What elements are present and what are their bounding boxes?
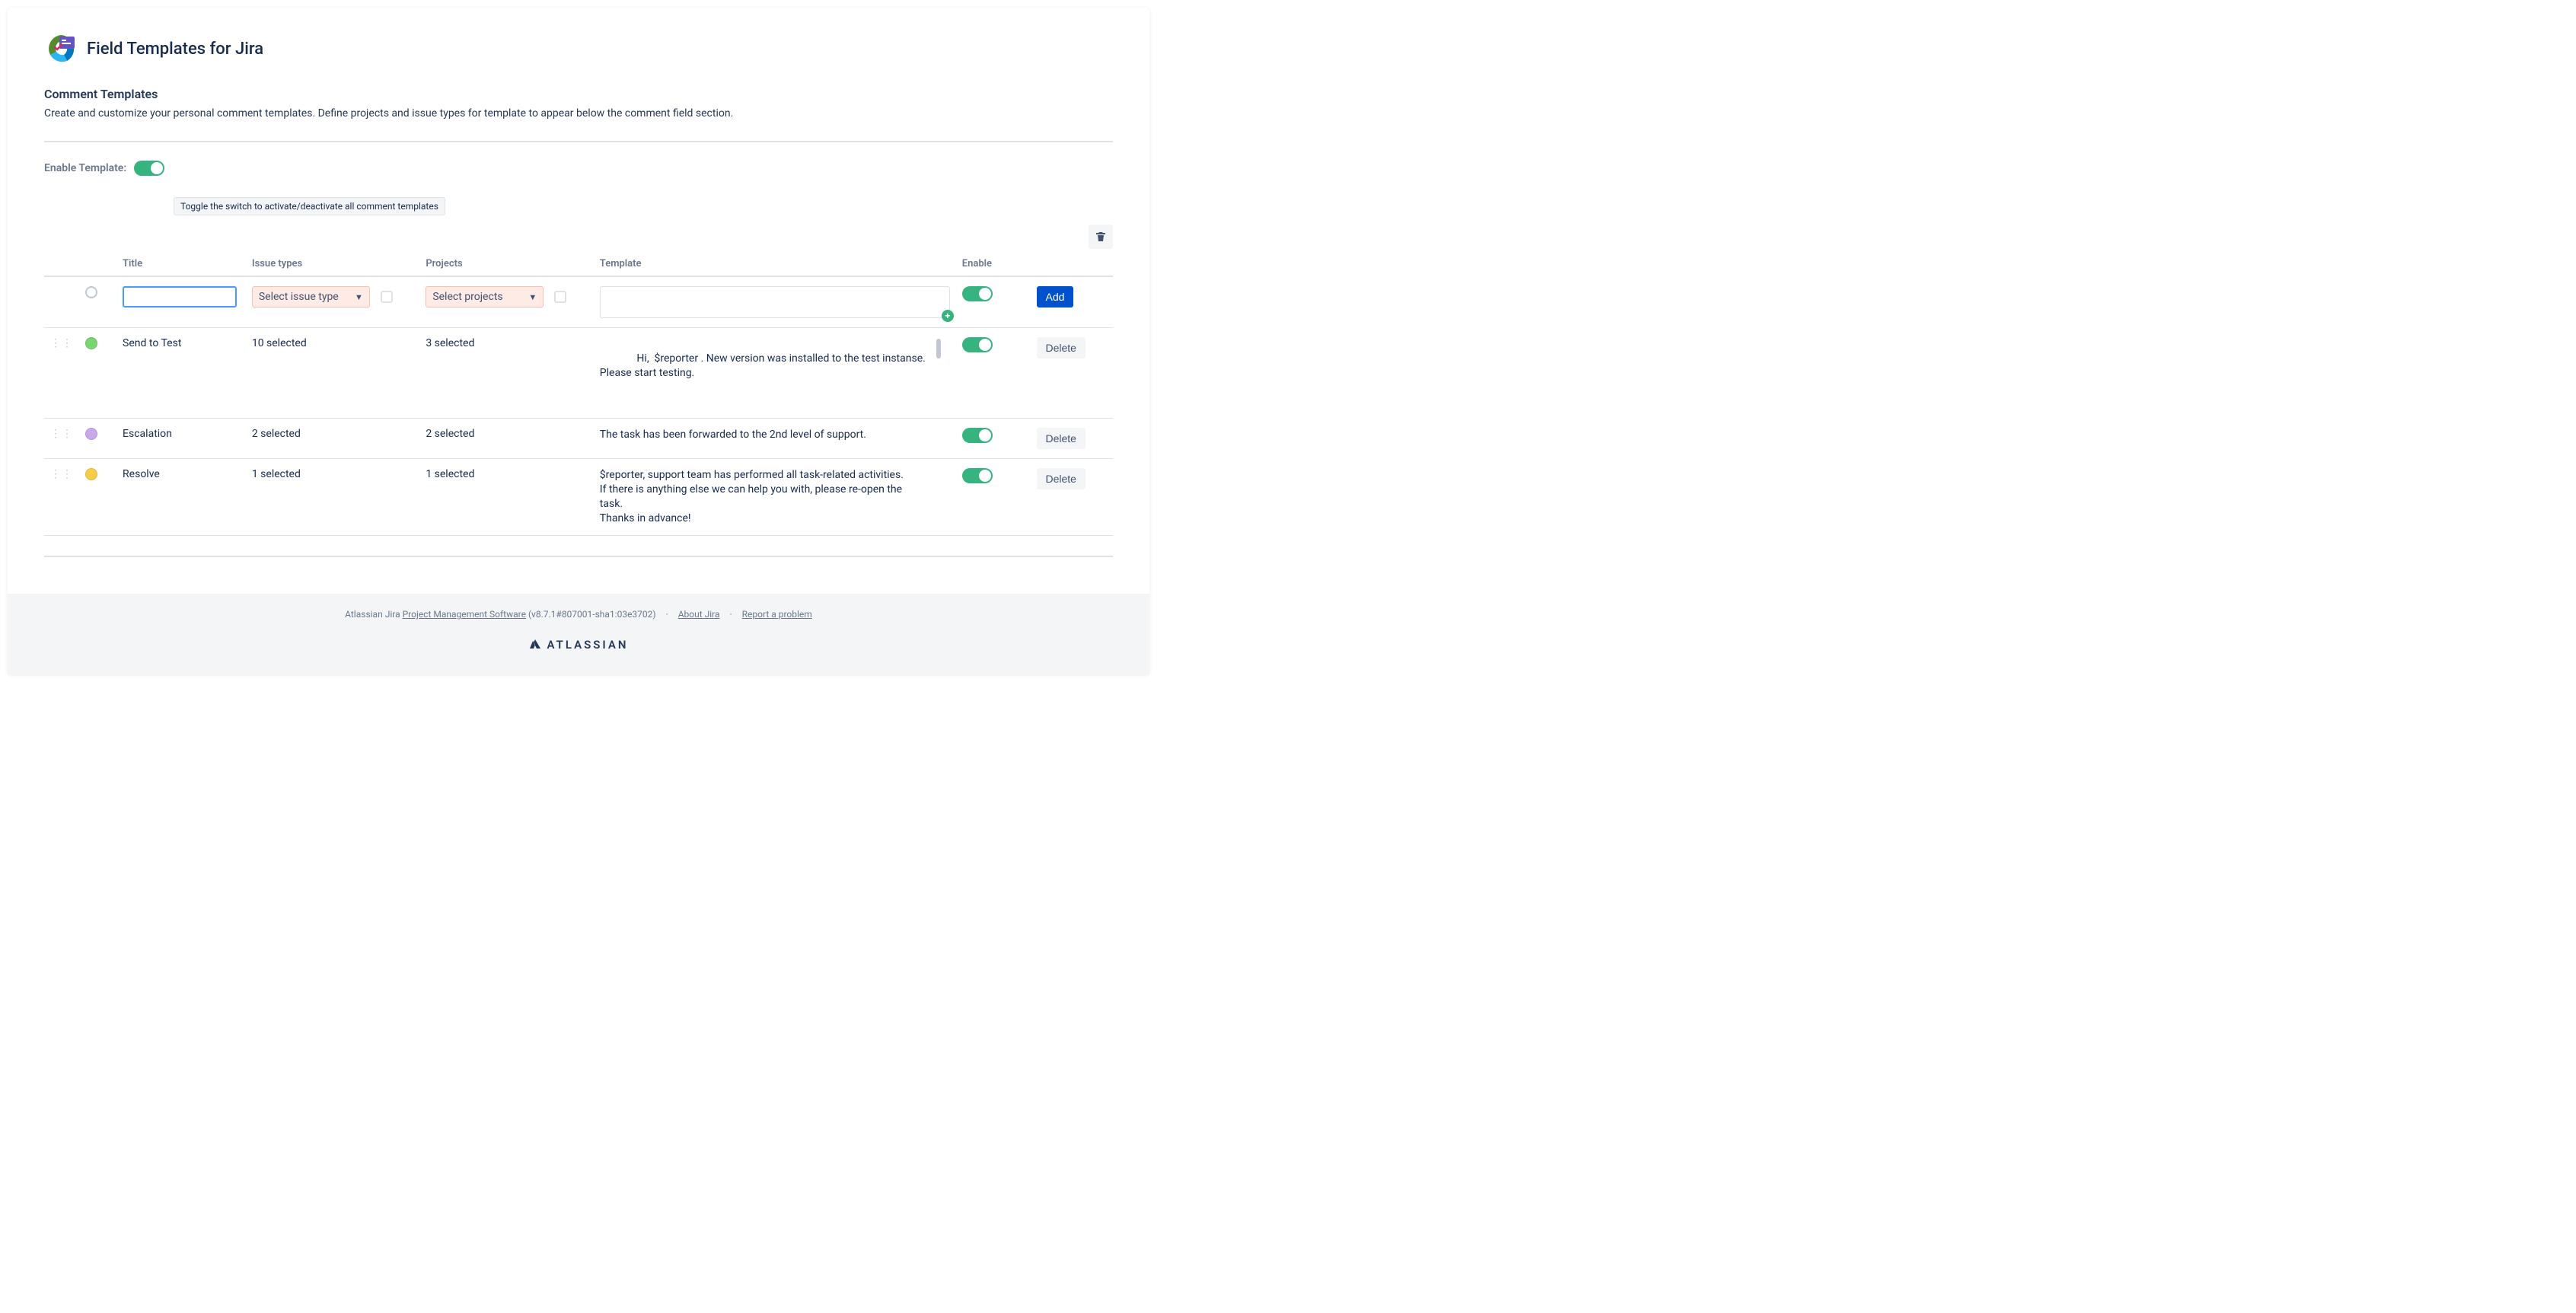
issue-type-select[interactable]: Select issue type ▼ [252, 286, 370, 308]
row-color-dot[interactable] [85, 428, 97, 440]
row-title: Resolve [116, 459, 246, 536]
delete-button[interactable]: Delete [1037, 337, 1086, 359]
templates-table: Title Issue types Projects Template Enab… [44, 252, 1113, 536]
delete-button[interactable]: Delete [1037, 468, 1086, 489]
footer-link-pm[interactable]: Project Management Software [403, 609, 526, 620]
enable-tooltip: Toggle the switch to activate/deactivate… [174, 197, 445, 215]
divider [44, 556, 1113, 557]
row-projects: 3 selected [419, 328, 593, 419]
row-enable-toggle[interactable] [962, 337, 993, 352]
projects-all-checkbox[interactable] [554, 291, 566, 303]
scrollbar[interactable] [936, 339, 941, 359]
atlassian-logo: ATLASSIAN [529, 638, 629, 652]
drag-handle-icon[interactable]: ⋮⋮ [50, 468, 73, 480]
row-issue-types: 2 selected [246, 419, 419, 459]
app-logo-icon [44, 32, 78, 65]
row-template-text: The task has been forwarded to the 2nd l… [600, 428, 927, 442]
col-title: Title [116, 252, 246, 276]
row-template-text: Hi, $reporter . New version was installe… [600, 337, 927, 409]
table-row: ⋮⋮ Resolve 1 selected 1 selected $report… [44, 459, 1113, 536]
row-enable-toggle[interactable] [962, 286, 993, 301]
row-issue-types: 1 selected [246, 459, 419, 536]
row-color-dot[interactable] [85, 337, 97, 349]
row-color-dot[interactable] [85, 468, 97, 480]
issue-type-all-checkbox[interactable] [381, 291, 393, 303]
new-template-textarea[interactable]: + [600, 286, 950, 318]
row-issue-types: 10 selected [246, 328, 419, 419]
col-issue-types: Issue types [246, 252, 419, 276]
row-enable-toggle[interactable] [962, 428, 993, 443]
page-header: Field Templates for Jira [44, 32, 1113, 65]
footer-link-about[interactable]: About Jira [678, 609, 720, 620]
section-description: Create and customize your personal comme… [44, 107, 1113, 120]
col-enable: Enable [956, 252, 1031, 276]
app-title: Field Templates for Jira [87, 40, 263, 59]
projects-placeholder: Select projects [432, 291, 502, 303]
footer-version: (v8.7.1#807001-sha1:03e3702) [526, 609, 656, 620]
chevron-down-icon: ▼ [355, 292, 363, 302]
section-title: Comment Templates [44, 87, 1113, 101]
table-row: ⋮⋮ Escalation 2 selected 2 selected The … [44, 419, 1113, 459]
footer-link-report[interactable]: Report a problem [742, 609, 812, 620]
new-title-input[interactable] [123, 286, 237, 308]
row-projects: 1 selected [419, 459, 593, 536]
row-projects: 2 selected [419, 419, 593, 459]
drag-handle-icon[interactable]: ⋮⋮ [50, 428, 73, 440]
col-projects: Projects [419, 252, 593, 276]
projects-select[interactable]: Select projects ▼ [426, 286, 544, 308]
drag-handle-icon[interactable]: ⋮⋮ [50, 337, 73, 349]
footer-prefix: Atlassian Jira [345, 609, 402, 620]
divider [44, 141, 1113, 142]
trash-button[interactable] [1089, 225, 1113, 249]
page-footer: Atlassian Jira Project Management Softwa… [8, 594, 1149, 674]
row-title: Escalation [116, 419, 246, 459]
row-template-text: $reporter, support team has performed al… [600, 468, 927, 526]
trash-icon [1095, 231, 1107, 243]
add-variable-icon[interactable]: + [942, 310, 954, 322]
enable-template-label: Enable Template: [44, 162, 126, 174]
row-enable-toggle[interactable] [962, 468, 993, 483]
separator-dot: · [722, 609, 740, 620]
atlassian-icon [529, 639, 541, 651]
chevron-down-icon: ▼ [528, 292, 537, 302]
table-row: ⋮⋮ Send to Test 10 selected 3 selected H… [44, 328, 1113, 419]
add-button[interactable]: Add [1037, 286, 1074, 308]
col-template: Template [594, 252, 956, 276]
separator-dot: · [658, 609, 676, 620]
enable-all-toggle[interactable] [134, 161, 164, 176]
new-template-row: Select issue type ▼ Select projects ▼ [44, 276, 1113, 328]
row-title: Send to Test [116, 328, 246, 419]
delete-button[interactable]: Delete [1037, 428, 1086, 449]
color-picker-dot[interactable] [85, 286, 97, 298]
issue-type-placeholder: Select issue type [259, 291, 339, 303]
